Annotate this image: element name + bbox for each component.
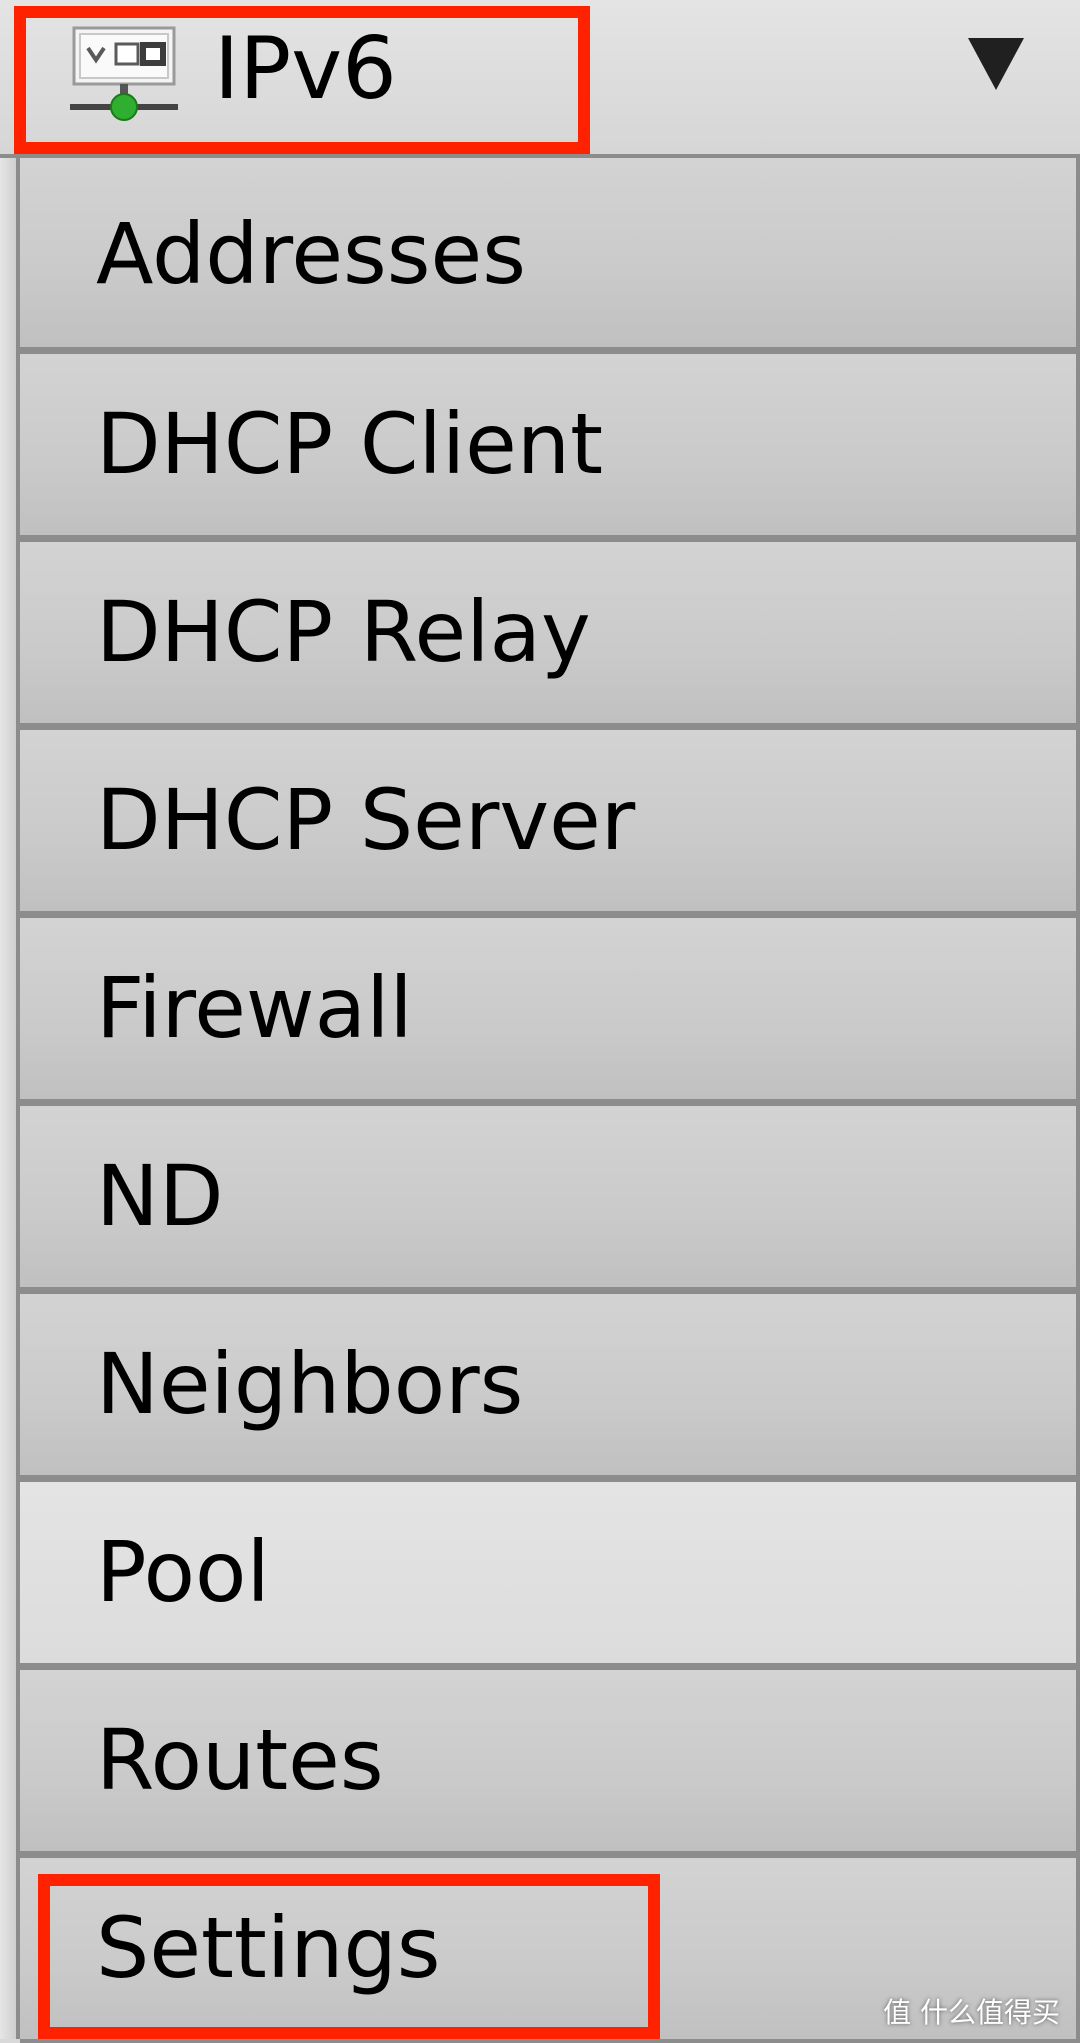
menu-item-label: Firewall <box>96 959 413 1057</box>
menu-item-addresses[interactable]: Addresses <box>20 158 1080 351</box>
menu-item-label: DHCP Relay <box>96 583 591 681</box>
menu-item-label: Settings <box>96 1899 441 1997</box>
menu-item-firewall[interactable]: Firewall <box>20 914 1080 1103</box>
menu-item-label: Addresses <box>96 205 526 303</box>
menu-item-dhcp-relay[interactable]: DHCP Relay <box>20 538 1080 727</box>
left-gutter <box>0 158 20 2039</box>
watermark: 值 什么值得买 <box>883 1991 1060 2031</box>
menu-item-dhcp-server[interactable]: DHCP Server <box>20 726 1080 915</box>
menu-item-routes[interactable]: Routes <box>20 1666 1080 1855</box>
header-title: IPv6 <box>214 19 397 119</box>
menu-item-pool[interactable]: Pool <box>20 1478 1080 1667</box>
menu-item-label: Neighbors <box>96 1335 524 1433</box>
watermark-text: 值 什么值得买 <box>883 1996 1060 2029</box>
ipv6-network-icon <box>70 26 178 121</box>
dropdown-triangle-icon[interactable] <box>964 34 1028 92</box>
menu-item-label: ND <box>96 1147 224 1245</box>
menu-item-neighbors[interactable]: Neighbors <box>20 1290 1080 1479</box>
menu-header[interactable]: IPv6 <box>0 0 1080 158</box>
menu-item-nd[interactable]: ND <box>20 1102 1080 1291</box>
menu-item-label: Routes <box>96 1711 384 1809</box>
menu-item-label: DHCP Client <box>96 395 604 493</box>
menu-item-label: DHCP Server <box>96 771 636 869</box>
ipv6-submenu: Addresses DHCP Client DHCP Relay DHCP Se… <box>20 158 1080 2043</box>
menu-item-dhcp-client[interactable]: DHCP Client <box>20 350 1080 539</box>
menu-item-label: Pool <box>96 1523 270 1621</box>
